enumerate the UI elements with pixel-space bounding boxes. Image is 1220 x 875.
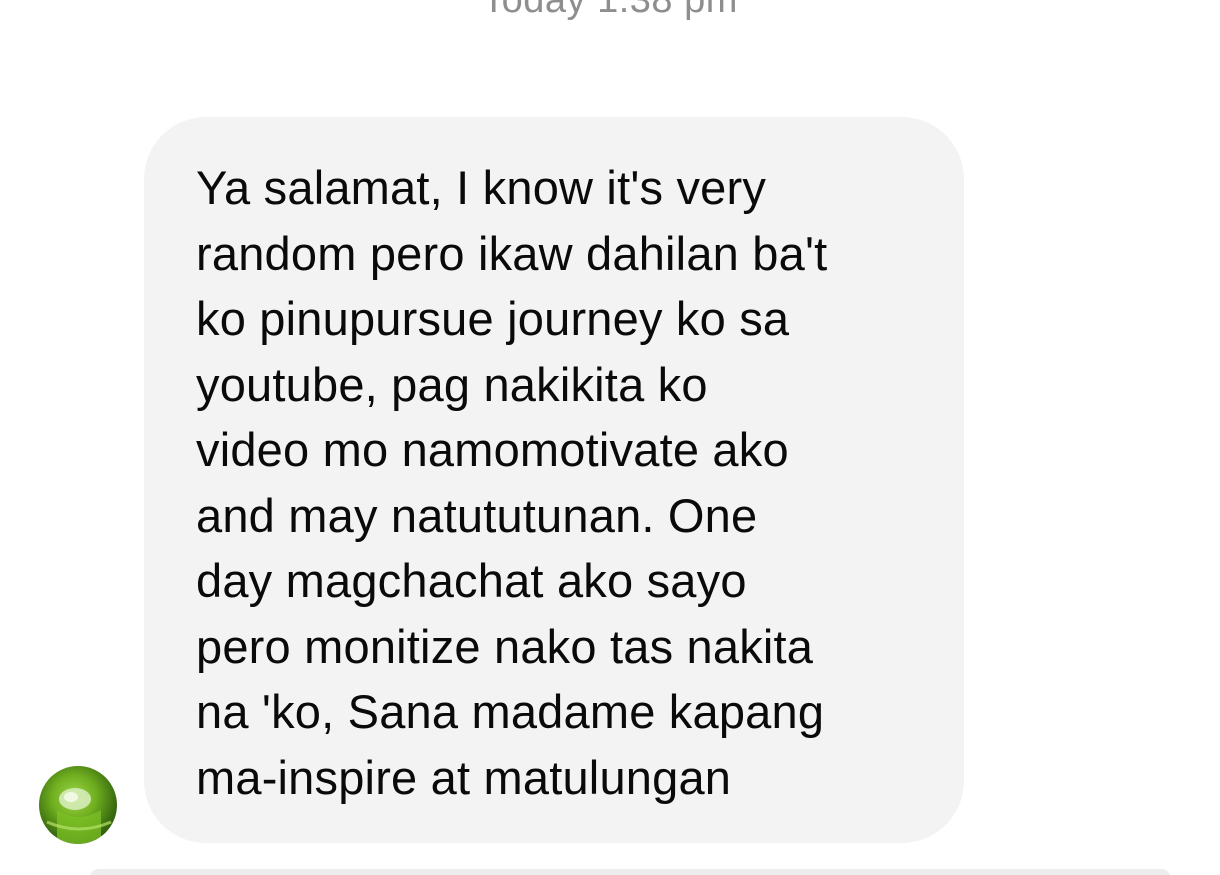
message-text: Ya salamat, I know it's very random pero… [196, 161, 828, 804]
chat-thread[interactable]: Today 1:38 pm Ya salamat, I know it's ve… [0, 0, 1220, 875]
profile-avatar-icon[interactable] [39, 766, 117, 844]
message-bubble[interactable]: Ya salamat, I know it's very random pero… [144, 117, 964, 843]
incoming-message-row: Ya salamat, I know it's very random pero… [0, 0, 1220, 875]
message-composer-edge [90, 869, 1170, 875]
